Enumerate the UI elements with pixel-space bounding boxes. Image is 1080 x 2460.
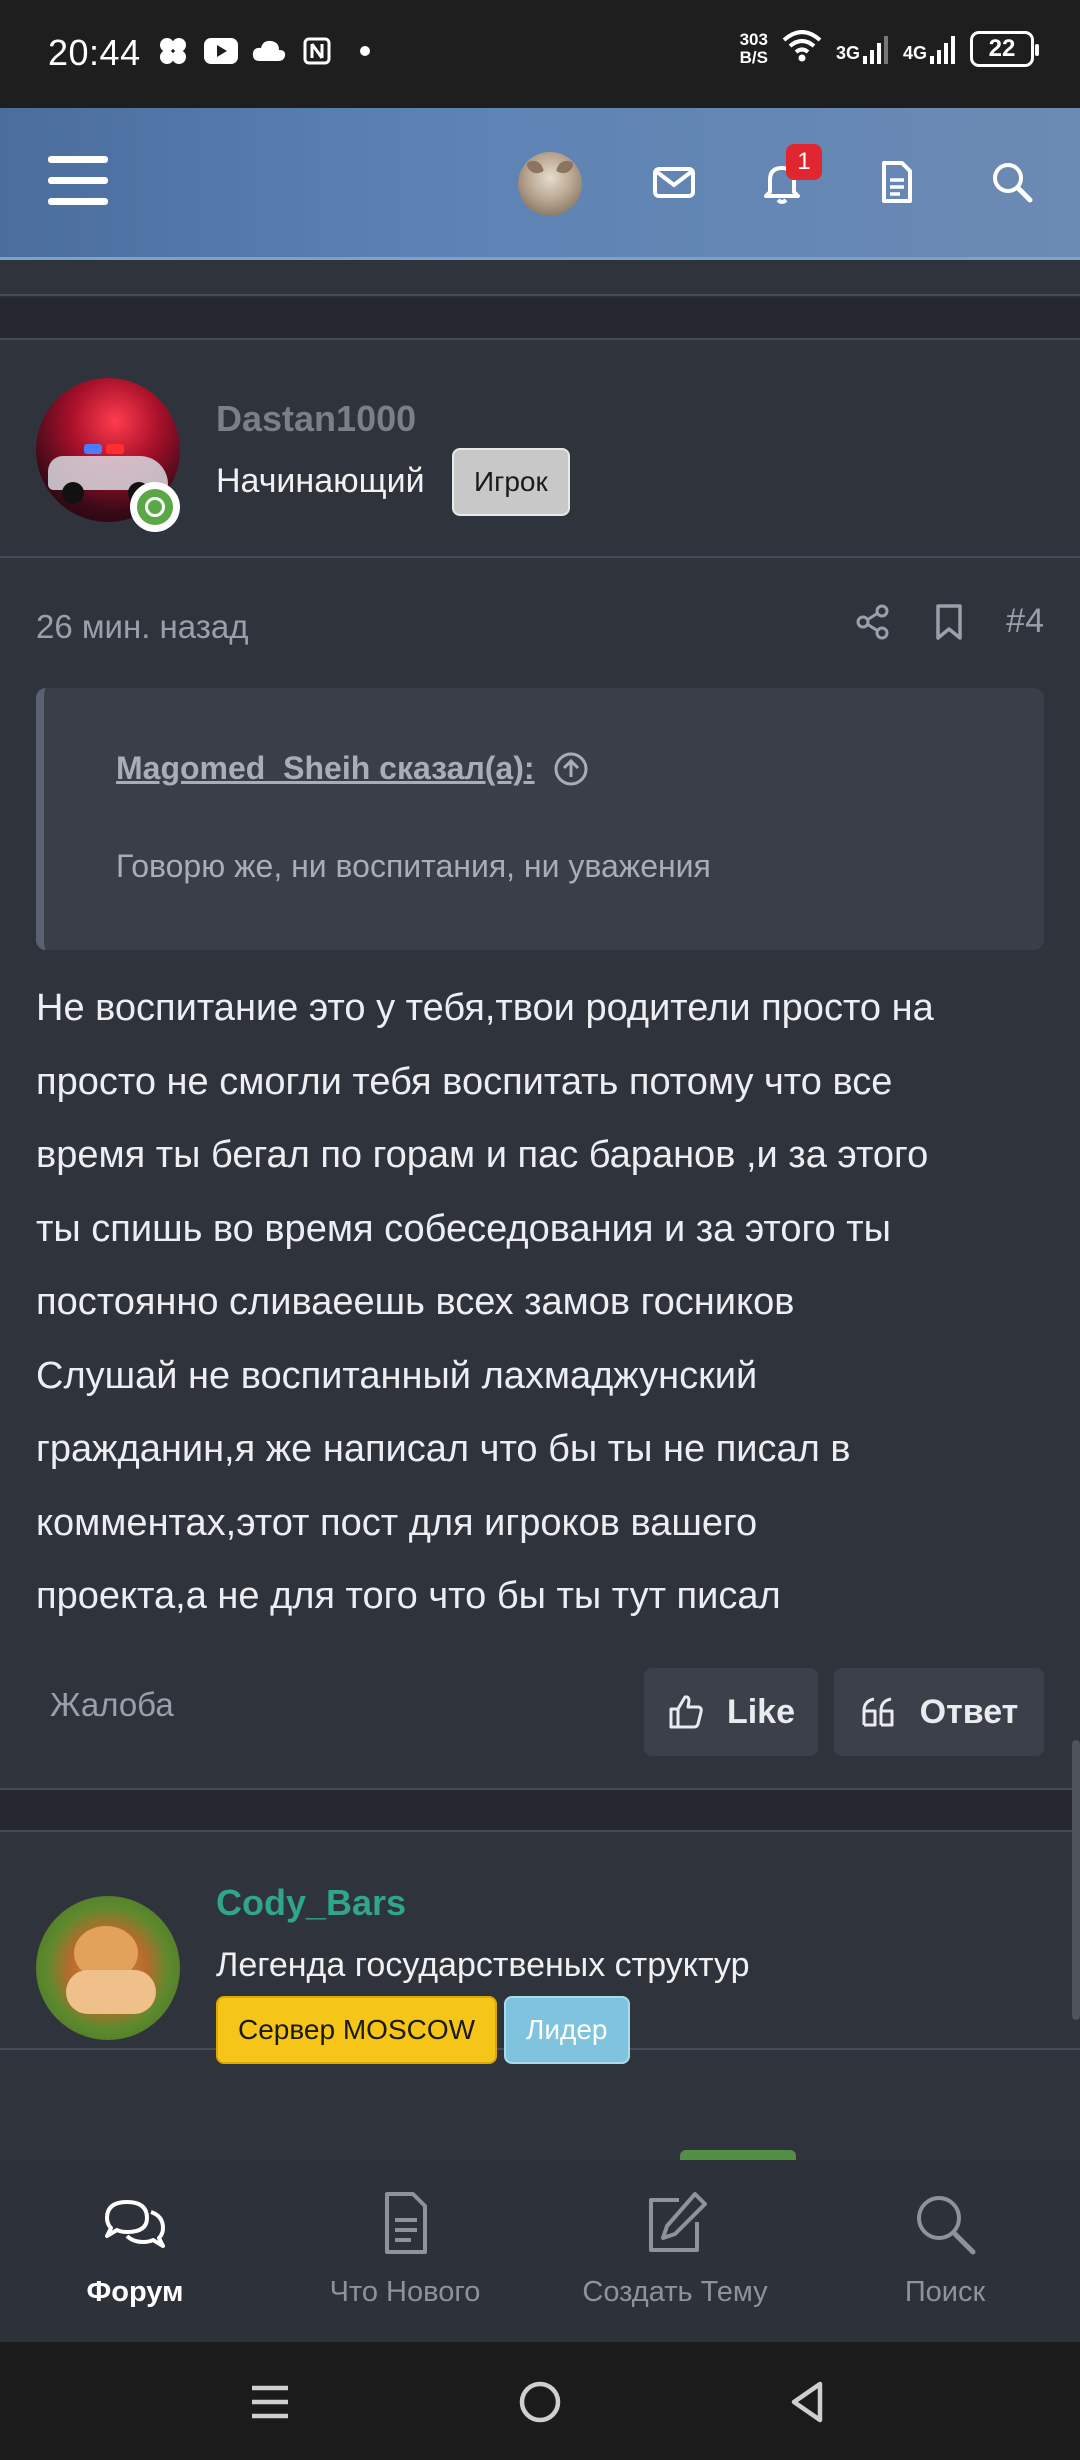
share-icon[interactable] — [854, 603, 892, 641]
network-type-2: 4G — [902, 42, 927, 63]
user-badge: Игрок — [452, 448, 570, 516]
server-badge: Сервер MOSCOW — [216, 1996, 498, 2064]
post-line: просто не смогли тебя воспитать потому ч… — [36, 1060, 893, 1103]
thumbs-up-icon — [669, 1695, 703, 1729]
post-line: Не воспитание это у тебя,твои родители п… — [36, 987, 934, 1029]
nav-label: Создать Тему — [582, 2276, 768, 2308]
nav-label: Что Нового — [329, 2276, 481, 2308]
menu-icon[interactable] — [48, 156, 108, 206]
user-avatar[interactable] — [518, 152, 582, 216]
post-actions: #4 — [854, 602, 1044, 641]
screen: { "status_bar": { "time": "20:44", "spee… — [0, 0, 1080, 2460]
youtube-icon — [204, 34, 238, 68]
clock: 20:44 — [48, 32, 141, 73]
post-5: Cody_Bars Легенда государственых структу… — [0, 1830, 1080, 2172]
quote-author-link[interactable]: Magomed_Sheih сказал(а): — [116, 750, 589, 787]
post-4: Dastan1000 Начинающий Игрок 26 мин. наза… — [0, 338, 1080, 1790]
nav-forum[interactable]: Форум — [0, 2160, 270, 2342]
report-link[interactable]: Жалоба — [50, 1686, 174, 1724]
post-separator — [0, 298, 1080, 338]
avatar[interactable] — [36, 1896, 180, 2040]
username[interactable]: Dastan1000 — [216, 398, 416, 440]
bottom-navigation: Форум Что Нового Создать Тему Поиск — [0, 2160, 1080, 2342]
post-line: гражданин,я же написал что бы ты не писа… — [36, 1428, 851, 1470]
nav-label: Поиск — [904, 2276, 986, 2308]
bookmark-icon[interactable] — [932, 603, 966, 641]
role-badge: Лидер — [504, 1996, 630, 2064]
system-navigation-bar — [0, 2342, 1080, 2460]
online-status-icon — [130, 482, 180, 532]
app-icon — [156, 34, 190, 68]
network-type-1: 3G — [835, 42, 860, 63]
speed-unit: B/S — [739, 47, 768, 67]
status-bar: 20:44 303 B/S 3G 4G 22 — [0, 0, 1080, 108]
quote-block: Magomed_Sheih сказал(а): Говорю же, ни в… — [36, 688, 1044, 950]
reply-label: Ответ — [919, 1692, 1019, 1731]
like-label: Like — [726, 1692, 796, 1731]
previous-post-end — [0, 260, 1080, 296]
signal-bars-icon — [862, 35, 888, 64]
nav-label: Форум — [86, 2276, 184, 2308]
post-number[interactable]: #4 — [1006, 602, 1044, 641]
quote-author[interactable]: Magomed_Sheih сказал(а): — [116, 750, 535, 787]
nfc-icon — [300, 34, 334, 68]
post-user-bar: Dastan1000 Начинающий Игрок — [0, 340, 1080, 558]
wifi-icon — [782, 30, 822, 67]
system-indicators: 303 B/S 3G 4G 22 — [739, 29, 1039, 67]
battery-indicator: 22 — [970, 30, 1039, 67]
search-icon[interactable] — [988, 158, 1036, 206]
quote-text: Говорю же, ни воспитания, ни уважения — [116, 848, 711, 884]
post-line: время ты бегал по горам и пас баранов ,и… — [36, 1134, 929, 1176]
arrow-up-circle-icon[interactable] — [553, 751, 589, 787]
nav-whats-new[interactable]: Что Нового — [270, 2160, 540, 2342]
reply-button[interactable]: Ответ — [834, 1668, 1044, 1756]
post-line: комментах,этот пост для игроков вашего — [36, 1501, 758, 1544]
document-icon — [385, 2192, 427, 2254]
notification-icons — [156, 34, 382, 68]
chat-bubbles-icon — [105, 2200, 165, 2248]
speed-value: 303 — [739, 29, 768, 49]
like-button[interactable]: Like — [644, 1668, 818, 1756]
network-speed: 303 B/S — [739, 29, 768, 67]
recent-apps-icon[interactable] — [248, 2380, 292, 2424]
mail-icon[interactable] — [650, 158, 698, 206]
post-line: проекта,а не для того что бы ты тут писа… — [36, 1575, 781, 1617]
signal-bars-icon — [930, 35, 955, 64]
cloud-icon — [252, 34, 286, 68]
post-time[interactable]: 26 мин. назад — [36, 608, 249, 646]
search-icon — [917, 2196, 976, 2255]
app-header: 1 — [0, 108, 1080, 260]
dot-icon — [348, 34, 382, 68]
scrollbar[interactable] — [1072, 1740, 1080, 2020]
notification-badge: 1 — [786, 144, 822, 180]
quote-icon — [862, 1697, 894, 1727]
username[interactable]: Cody_Bars — [216, 1882, 406, 1924]
post-user-bar: Cody_Bars Легенда государственых структу… — [0, 1832, 1080, 2064]
post-line: ты спишь во время собеседования и за это… — [36, 1207, 891, 1250]
home-icon[interactable] — [516, 2378, 564, 2426]
signal-3g: 3G — [836, 34, 889, 64]
post-line: Слушай не воспитанный лахмаджунский — [36, 1354, 758, 1397]
user-title: Начинающий — [216, 462, 425, 500]
post-line: постоянно сливаеешь всех замов госников — [36, 1281, 795, 1323]
edit-icon — [649, 2192, 707, 2252]
post-separator — [0, 1790, 1080, 1830]
document-icon[interactable] — [872, 158, 920, 206]
user-title: Легенда государственых структур — [216, 1946, 750, 1984]
signal-4g: 4G — [903, 34, 956, 64]
post-body: Не воспитание это у тебя,твои родители п… — [36, 972, 1046, 1634]
nav-search[interactable]: Поиск — [810, 2160, 1080, 2342]
nav-create-thread[interactable]: Создать Тему — [540, 2160, 810, 2342]
back-icon[interactable] — [786, 2378, 830, 2426]
